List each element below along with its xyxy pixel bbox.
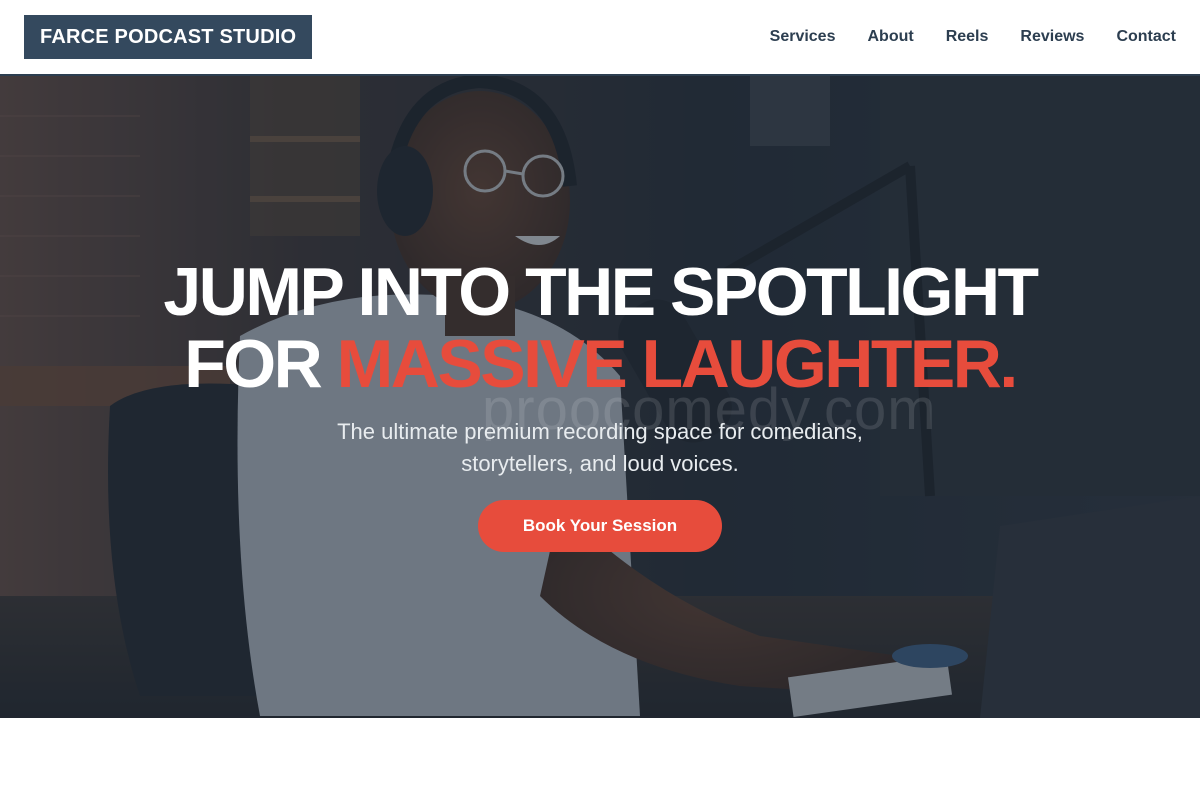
hero-section: proocomedy.com JUMP INTO THE SPOTLIGHT F… bbox=[0, 76, 1200, 718]
headline-line-2-prefix: FOR bbox=[184, 326, 337, 402]
brand-logo[interactable]: FARCE PODCAST STUDIO bbox=[24, 15, 313, 59]
nav-link-reels[interactable]: Reels bbox=[946, 28, 989, 46]
site-header: FARCE PODCAST STUDIO Services About Reel… bbox=[0, 0, 1200, 76]
main-nav: Services About Reels Reviews Contact bbox=[770, 28, 1176, 46]
subtitle-line-2: storytellers, and loud voices. bbox=[461, 451, 739, 476]
hero-headline: JUMP INTO THE SPOTLIGHT FOR MASSIVE LAUG… bbox=[0, 256, 1200, 400]
nav-link-reviews[interactable]: Reviews bbox=[1020, 28, 1084, 46]
subtitle-line-1: The ultimate premium recording space for… bbox=[337, 419, 863, 444]
nav-link-about[interactable]: About bbox=[867, 28, 913, 46]
nav-link-services[interactable]: Services bbox=[770, 28, 836, 46]
headline-accent: MASSIVE LAUGHTER. bbox=[336, 326, 1019, 402]
hero-content: JUMP INTO THE SPOTLIGHT FOR MASSIVE LAUG… bbox=[0, 76, 1200, 718]
headline-line-1: JUMP INTO THE SPOTLIGHT bbox=[163, 254, 1039, 330]
hero-subtitle: The ultimate premium recording space for… bbox=[300, 416, 900, 480]
book-session-button[interactable]: Book Your Session bbox=[478, 500, 722, 552]
nav-link-contact[interactable]: Contact bbox=[1116, 28, 1176, 46]
